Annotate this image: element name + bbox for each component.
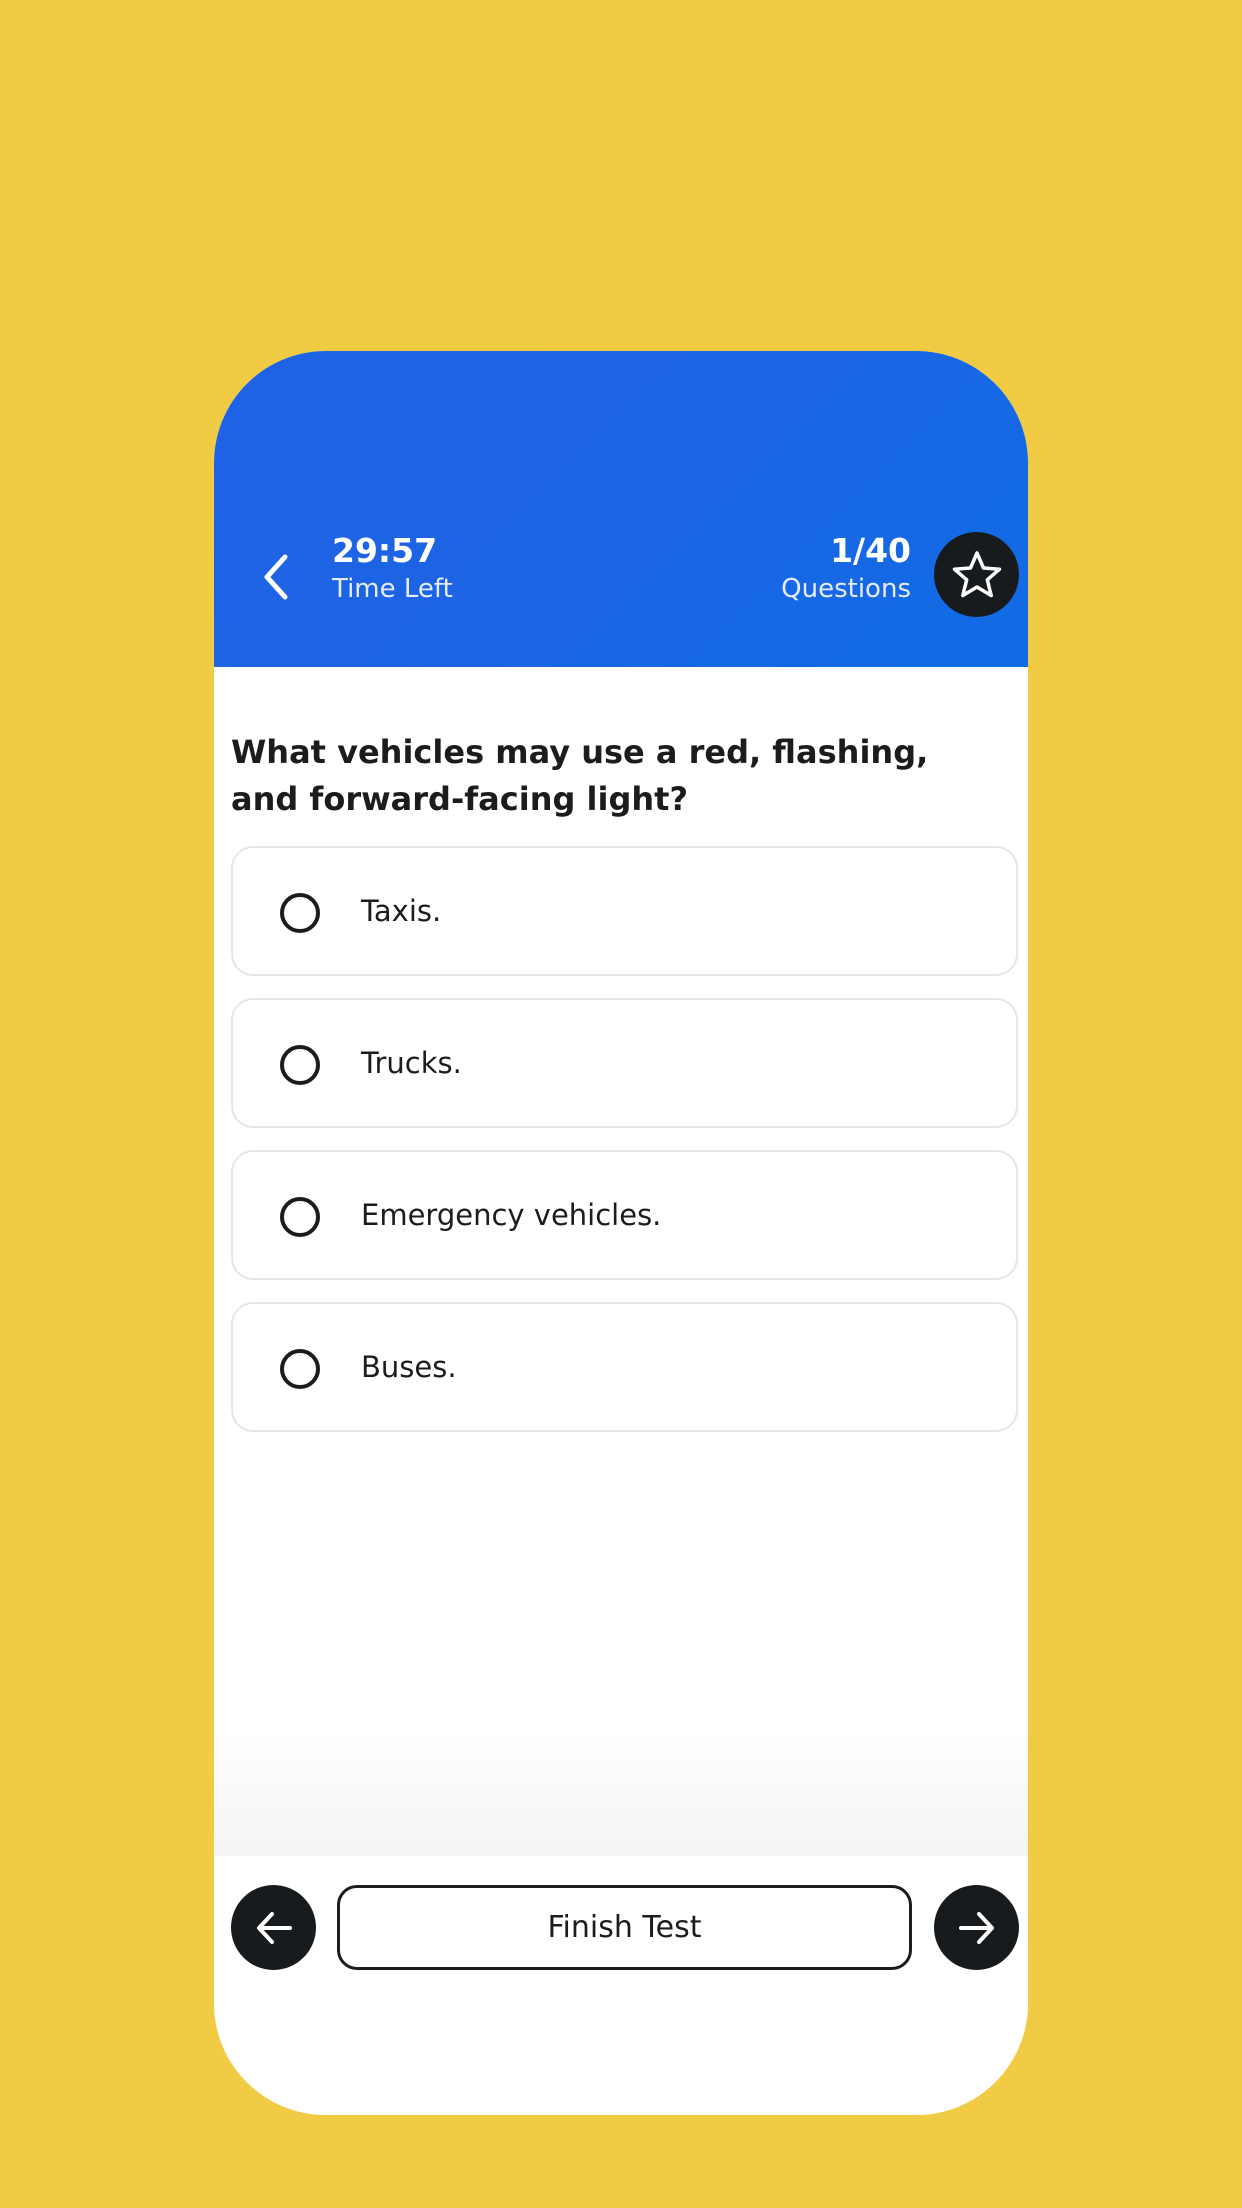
previous-question-button[interactable] (231, 1885, 316, 1970)
timer: 29:57 Time Left (332, 531, 453, 607)
answer-option-label: Buses. (361, 1350, 457, 1384)
question-counter: 1/40 Questions (781, 531, 911, 607)
question-count-label: Questions (781, 574, 911, 604)
timer-label: Time Left (332, 574, 453, 604)
quiz-header: 29:57 Time Left 1/40 Questions (214, 351, 1028, 667)
answer-option-label: Trucks. (361, 1046, 462, 1080)
phone-screen: 29:57 Time Left 1/40 Questions What vehi… (214, 351, 1028, 2115)
chevron-left-icon (264, 554, 288, 600)
answer-option[interactable]: Taxis. (231, 846, 1018, 976)
timer-value: 29:57 (332, 531, 438, 570)
answer-option[interactable]: Emergency vehicles. (231, 1150, 1018, 1280)
question-count-value: 1/40 (830, 531, 911, 570)
finish-test-button[interactable]: Finish Test (337, 1885, 912, 1970)
radio-button[interactable] (280, 893, 320, 933)
answer-option-label: Emergency vehicles. (361, 1198, 662, 1232)
question-text: What vehicles may use a red, flashing, a… (231, 733, 929, 818)
answer-option[interactable]: Buses. (231, 1302, 1018, 1432)
radio-button[interactable] (280, 1349, 320, 1389)
arrow-right-icon (958, 1911, 994, 1944)
back-button[interactable] (246, 547, 306, 607)
radio-button[interactable] (280, 1045, 320, 1085)
answer-options: Taxis. Trucks. Emergency vehicles. Buses… (231, 846, 1018, 1454)
answer-option-label: Taxis. (361, 894, 442, 928)
bookmark-button[interactable] (934, 532, 1019, 617)
next-question-button[interactable] (934, 1885, 1019, 1970)
star-icon (952, 550, 1001, 597)
radio-button[interactable] (280, 1197, 320, 1237)
arrow-left-icon (256, 1911, 292, 1944)
answer-option[interactable]: Trucks. (231, 998, 1018, 1128)
scroll-fade (214, 1731, 1028, 1856)
bottom-navigation: Finish Test (214, 1856, 1028, 2115)
